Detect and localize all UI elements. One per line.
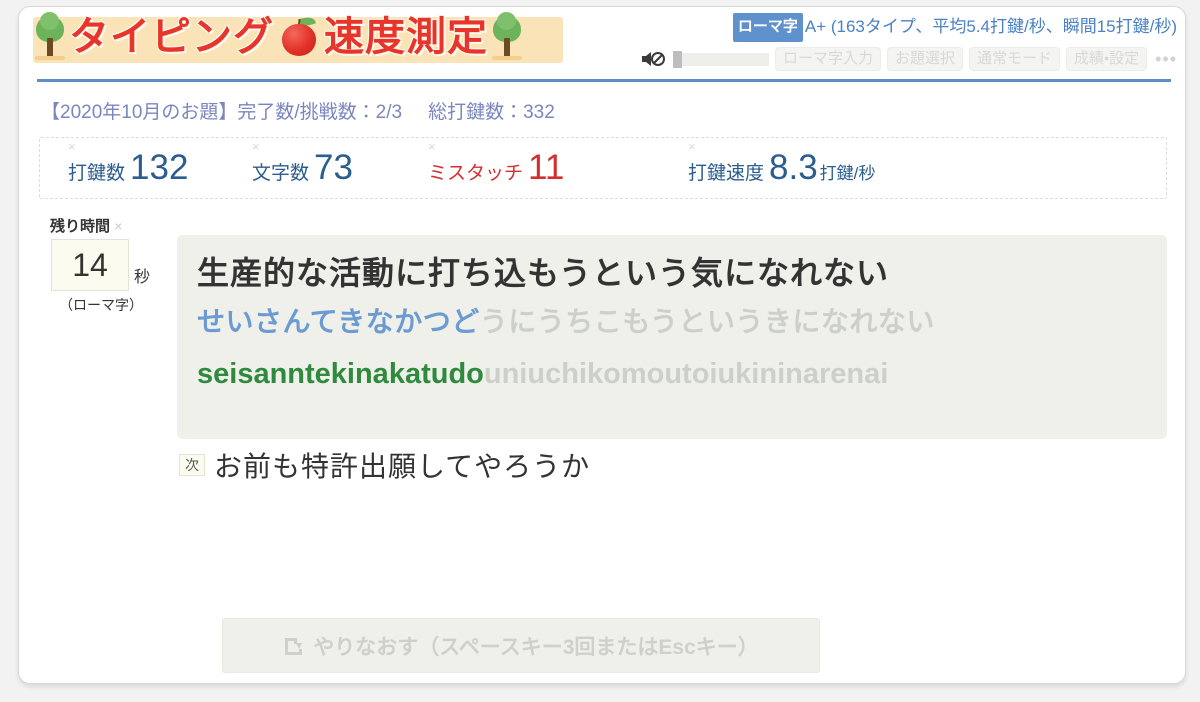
topic-info-line: 【2020年10月のお題】完了数/挑戦数：2/3 総打鍵数：332	[41, 97, 555, 124]
volume-slider[interactable]	[672, 50, 769, 68]
romaji-remaining: uniuchikomoutoiukininarenai	[483, 358, 889, 390]
header-right-panel: ローマ字 A+ (163タイプ、平均5.4打鍵/秒、瞬間15打鍵/秒) ローマ字入…	[641, 13, 1177, 71]
header-divider	[37, 79, 1171, 82]
next-badge: 次	[179, 454, 205, 476]
timer-heading-label: 残り時間	[50, 218, 111, 235]
stat-close-icon[interactable]: ×	[68, 140, 76, 153]
volume-slider-handle[interactable]	[672, 50, 682, 68]
target-sentence-kana: せいさんてきなかつどうにうちこもうというきになれない	[197, 299, 1147, 345]
stat-mistakes-value: 11	[528, 148, 565, 187]
timer-row: 14 秒	[47, 239, 167, 291]
stat-characters: × 文字数 73	[252, 140, 355, 196]
score-settings-button[interactable]: 成績・設定	[1065, 47, 1148, 71]
app-window: タイピング 速度測定 ローマ字 A+ (163タイプ、平均5.4打鍵/秒、瞬間15…	[18, 6, 1186, 684]
timer-panel: 残り時間 × 14 秒 （ローマ字）	[47, 215, 167, 315]
logo-text-typing: タイピング	[69, 14, 274, 60]
timer-value-box: 14	[51, 239, 129, 291]
retry-button[interactable]: やりなおす（スペースキー3回またはEscキー）	[222, 618, 820, 673]
next-sentence-text: お前も特許出願してやろうか	[214, 451, 591, 482]
restart-icon	[283, 635, 305, 657]
stat-close-icon[interactable]: ×	[428, 140, 436, 153]
timer-mode-note: （ローマ字）	[59, 297, 143, 313]
rank-text: A+ (163タイプ、平均5.4打鍵/秒、瞬間15打鍵/秒)	[804, 17, 1177, 36]
stat-characters-label: 文字数	[252, 163, 310, 184]
topic-select-button[interactable]: お題選択	[886, 47, 963, 71]
stat-keystrokes: × 打鍵数 132	[68, 140, 190, 196]
stat-mistakes: × ミスタッチ 11	[428, 140, 566, 196]
apple-icon	[276, 14, 322, 60]
site-logo[interactable]: タイピング 速度測定	[27, 9, 563, 65]
stat-speed: × 打鍵速度 8.3 打鍵/秒	[688, 140, 876, 196]
stats-panel: × 打鍵数 132 × 文字数 73 × ミスタッチ 11 × 打鍵速度 8.3 打鍵/秒	[39, 137, 1167, 199]
target-sentence-kanji: 生産的な活動に打ち込もうという気になれない	[197, 255, 890, 291]
timer-heading: 残り時間 ×	[47, 215, 167, 236]
kana-remaining: うにうちこもうというきになれない	[479, 306, 935, 337]
input-mode-badge[interactable]: ローマ字	[732, 13, 803, 42]
typing-panel: 生産的な活動に打ち込もうという気になれない せいさんてきなかつどうにうちこもうと…	[177, 235, 1167, 439]
speaker-muted-icon[interactable]	[641, 50, 667, 68]
romaji-input-button[interactable]: ローマ字入力	[774, 47, 881, 71]
topic-label: 【2020年10月のお題】完了数/挑戦数：2/3	[41, 102, 403, 123]
stat-speed-value: 8.3	[769, 148, 818, 187]
target-sentence-romaji: seisanntekinakatudouniuchikomoutoiukinin…	[197, 351, 1147, 397]
app-header: タイピング 速度測定 ローマ字 A+ (163タイプ、平均5.4打鍵/秒、瞬間15…	[19, 7, 1185, 83]
stat-speed-label: 打鍵速度	[688, 163, 765, 184]
more-options-icon[interactable]: •••	[1153, 49, 1177, 70]
stat-mistakes-label: ミスタッチ	[428, 163, 524, 184]
retry-button-label: やりなおす（スペースキー3回またはEscキー）	[313, 635, 759, 659]
timer-close-icon[interactable]: ×	[114, 218, 122, 234]
timer-unit-label: 秒	[134, 269, 151, 286]
tree-icon-right	[490, 12, 524, 60]
header-toolbar: ローマ字入力 お題選択 通常モード 成績・設定 •••	[641, 47, 1177, 71]
stat-keystrokes-label: 打鍵数	[68, 163, 126, 184]
kana-typed: せいさんてきなかつど	[197, 306, 480, 337]
rank-line: ローマ字 A+ (163タイプ、平均5.4打鍵/秒、瞬間15打鍵/秒)	[641, 13, 1177, 42]
tree-icon-left	[33, 12, 67, 60]
stat-close-icon[interactable]: ×	[688, 140, 696, 153]
next-sentence-row: 次 お前も特許出願してやろうか	[179, 445, 590, 485]
romaji-typed: seisanntekinakatudo	[197, 358, 484, 390]
stat-keystrokes-value: 132	[130, 148, 189, 187]
stat-speed-unit: 打鍵/秒	[819, 164, 876, 183]
stat-close-icon[interactable]: ×	[252, 140, 260, 153]
stat-characters-value: 73	[314, 148, 353, 187]
total-strokes-label: 総打鍵数：332	[428, 102, 555, 123]
normal-mode-button[interactable]: 通常モード	[968, 47, 1060, 71]
logo-text-speed: 速度測定	[324, 14, 488, 60]
